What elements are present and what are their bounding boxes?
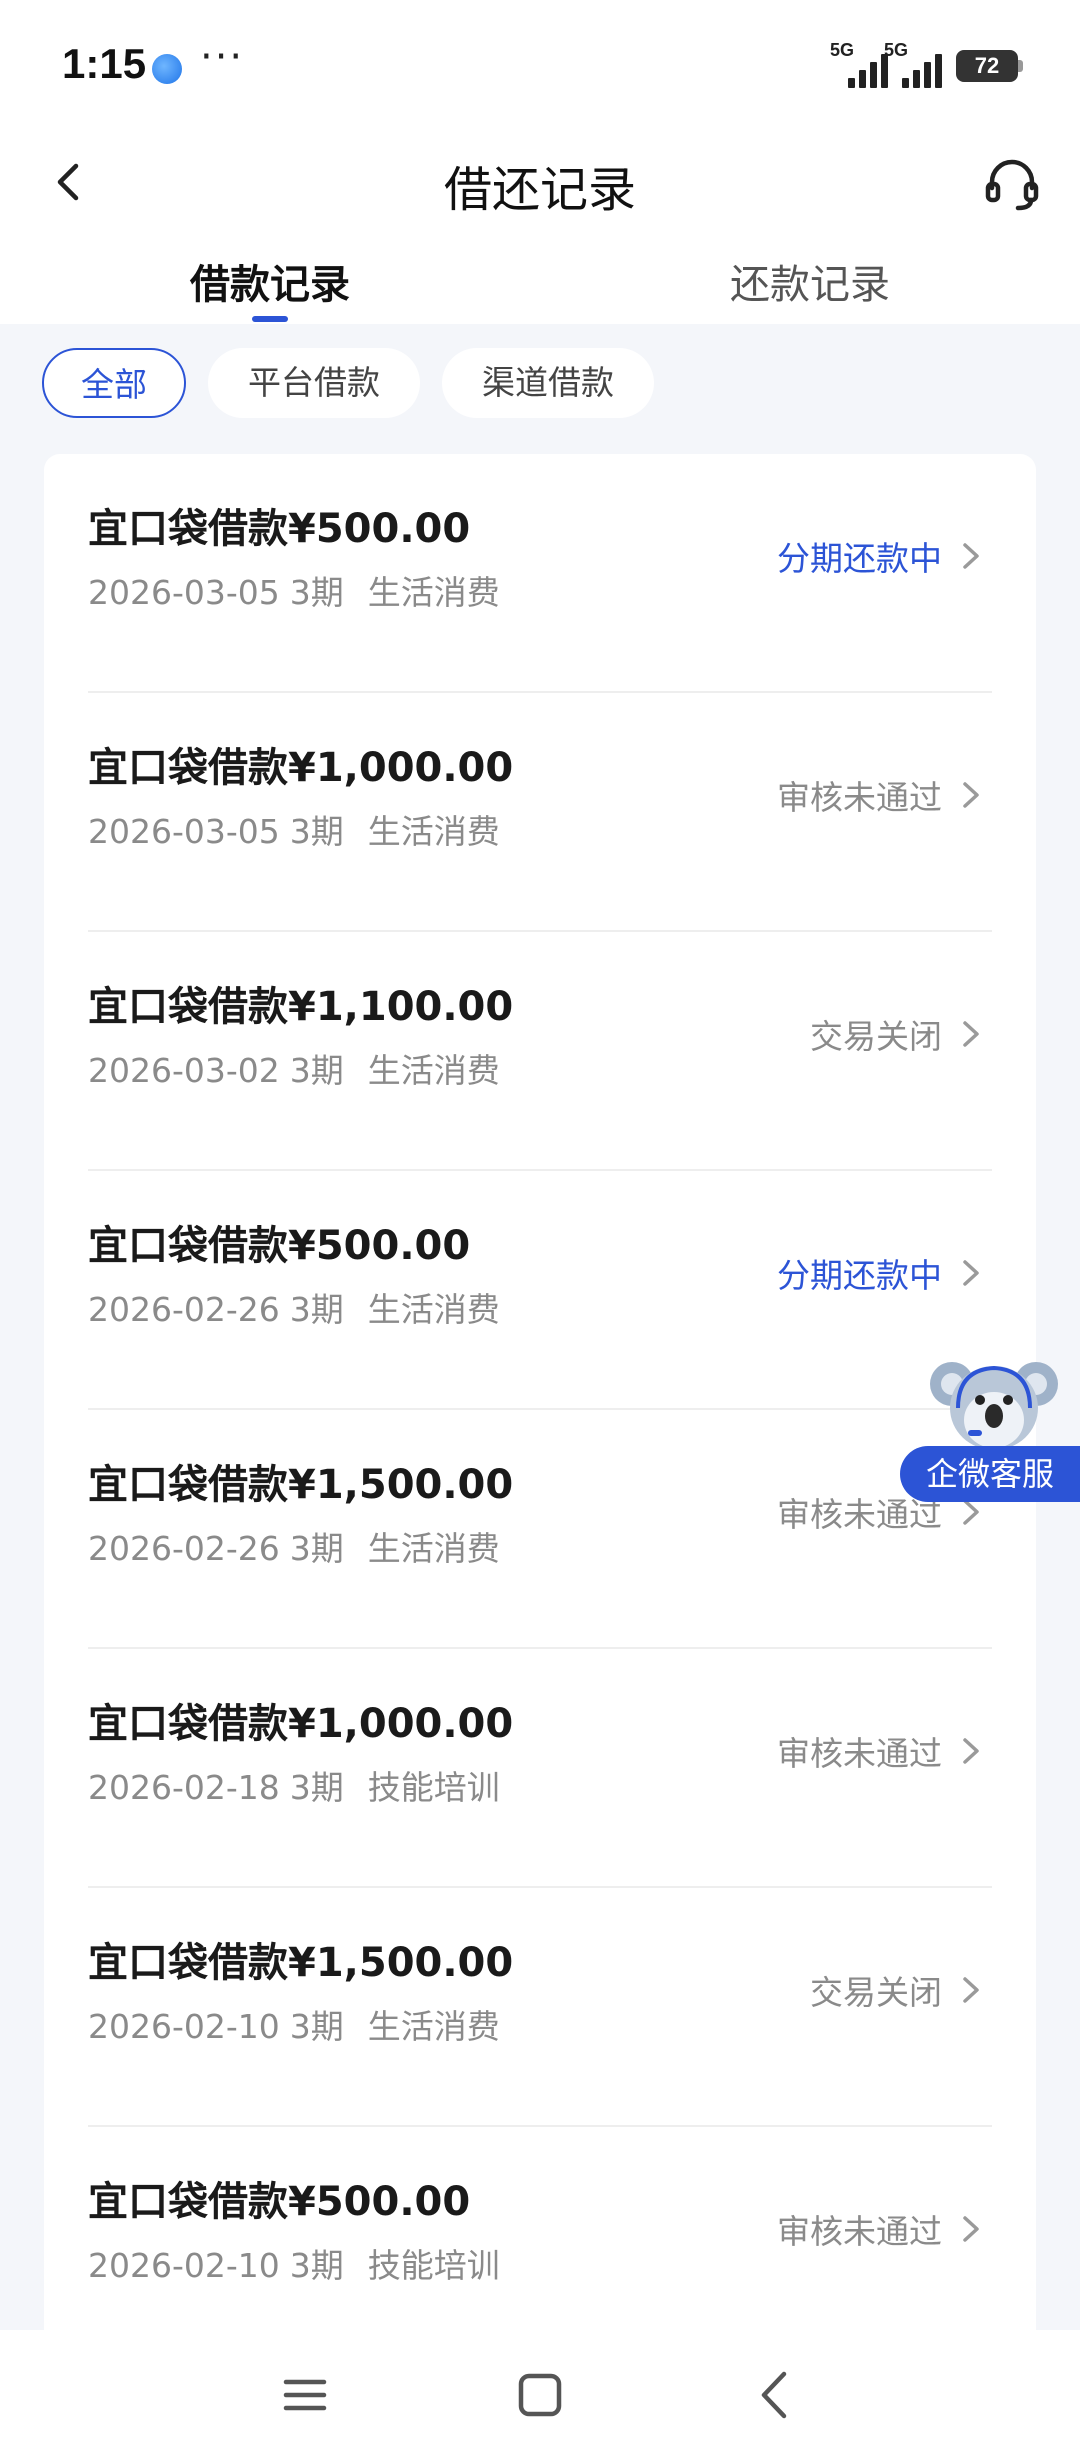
chevron-right-icon bbox=[963, 2216, 979, 2242]
loan-record-date: 2026-02-26 bbox=[88, 1529, 280, 1568]
loan-record-purpose: 生活消费 bbox=[367, 573, 500, 612]
loan-record-date: 2026-02-10 bbox=[88, 2007, 280, 2046]
loan-record-title: 宜口袋借款¥1,000.00 bbox=[88, 1701, 514, 1747]
loan-record-term: 3期 bbox=[289, 1529, 344, 1568]
loan-record-status: 分期还款中 bbox=[777, 539, 942, 578]
loan-record-term: 3期 bbox=[289, 2007, 344, 2046]
loan-record-date: 2026-03-05 bbox=[88, 812, 280, 851]
loan-record-meta: 2026-03-02 3期 生活消费 bbox=[88, 1044, 500, 1092]
loan-record-purpose: 生活消费 bbox=[367, 812, 500, 851]
loan-record-date: 2026-02-10 bbox=[88, 2246, 280, 2285]
loan-record-meta: 2026-02-26 3期 生活消费 bbox=[88, 1522, 500, 1570]
filter-chips: 全部 平台借款 渠道借款 bbox=[0, 324, 1080, 444]
loan-record-meta: 2026-02-26 3期 生活消费 bbox=[88, 1283, 500, 1331]
loan-record-purpose: 生活消费 bbox=[367, 2007, 500, 2046]
loan-record-list: 宜口袋借款¥500.00 2026-03-05 3期 生活消费 分期还款中 宜口袋借款¥1… bbox=[44, 454, 1036, 2354]
tab-loan-records[interactable]: 借款记录 bbox=[150, 252, 390, 310]
signal-5g-2-icon: 5G bbox=[884, 40, 950, 88]
loan-record-title: 宜口袋借款¥1,500.00 bbox=[88, 1462, 514, 1508]
filter-chip-platform[interactable]: 平台借款 bbox=[208, 348, 420, 418]
loan-record-term: 3期 bbox=[289, 2246, 344, 2285]
menu-icon bbox=[283, 2379, 327, 2411]
loan-record-title: 宜口袋借款¥1,500.00 bbox=[88, 1940, 514, 1986]
loan-record-term: 3期 bbox=[289, 573, 344, 612]
loan-record-row[interactable]: 宜口袋借款¥1,500.00 2026-02-26 3期 生活消费 审核未通过 bbox=[44, 1410, 1036, 1649]
loan-record-date: 2026-03-02 bbox=[88, 1051, 280, 1090]
loan-record-row[interactable]: 宜口袋借款¥1,000.00 2026-03-05 3期 生活消费 审核未通过 bbox=[44, 693, 1036, 932]
page-title: 借还记录 bbox=[443, 162, 636, 218]
loan-record-term: 3期 bbox=[289, 1051, 344, 1090]
back-triangle-icon bbox=[761, 2371, 787, 2419]
loan-record-title: 宜口袋借款¥500.00 bbox=[88, 2179, 471, 2225]
loan-record-date: 2026-02-26 bbox=[88, 1290, 280, 1329]
more-notifications-icon: ··· bbox=[200, 34, 245, 80]
filter-chip-all[interactable]: 全部 bbox=[42, 348, 186, 418]
loan-record-term: 3期 bbox=[289, 1290, 344, 1329]
loan-record-title: 宜口袋借款¥1,100.00 bbox=[88, 984, 514, 1030]
chevron-right-icon bbox=[963, 1260, 979, 1286]
system-back-button[interactable] bbox=[740, 2360, 810, 2430]
loan-record-purpose: 技能培训 bbox=[367, 2246, 500, 2285]
loan-record-status: 交易关闭 bbox=[810, 1017, 942, 1056]
chevron-right-icon bbox=[963, 543, 979, 569]
chevron-right-icon bbox=[963, 1021, 979, 1047]
loan-record-term: 3期 bbox=[289, 1768, 344, 1807]
loan-record-status: 审核未通过 bbox=[777, 778, 942, 817]
loan-record-purpose: 生活消费 bbox=[367, 1051, 500, 1090]
loan-record-row[interactable]: 宜口袋借款¥500.00 2026-02-26 3期 生活消费 分期还款中 bbox=[44, 1171, 1036, 1410]
status-bar: 1:15 ··· 5G 5G 72 bbox=[0, 0, 1080, 130]
system-navigation-bar bbox=[0, 2330, 1080, 2460]
loan-record-status: 审核未通过 bbox=[777, 2212, 942, 2251]
wecom-service-label: 企微客服 bbox=[900, 1446, 1080, 1502]
loan-record-row[interactable]: 宜口袋借款¥500.00 2026-02-10 3期 技能培训 审核未通过 bbox=[44, 2127, 1036, 2354]
notification-app-icon bbox=[152, 54, 182, 84]
loan-record-row[interactable]: 宜口袋借款¥1,000.00 2026-02-18 3期 技能培训 审核未通过 bbox=[44, 1649, 1036, 1888]
home-square-icon bbox=[518, 2373, 562, 2417]
loan-record-meta: 2026-02-18 3期 技能培训 bbox=[88, 1761, 500, 1809]
loan-record-purpose: 技能培训 bbox=[367, 1768, 500, 1807]
loan-record-row[interactable]: 宜口袋借款¥1,500.00 2026-02-10 3期 生活消费 交易关闭 bbox=[44, 1888, 1036, 2127]
floating-wecom-service[interactable]: 企微客服 bbox=[900, 1350, 1080, 1510]
loan-record-meta: 2026-02-10 3期 技能培训 bbox=[88, 2239, 500, 2287]
loan-record-status: 审核未通过 bbox=[777, 1734, 942, 1773]
loan-record-title: 宜口袋借款¥500.00 bbox=[88, 1223, 471, 1269]
top-app-bar: 借还记录 bbox=[0, 130, 1080, 240]
chevron-right-icon bbox=[963, 1738, 979, 1764]
filter-chip-channel[interactable]: 渠道借款 bbox=[442, 348, 654, 418]
loan-record-term: 3期 bbox=[289, 812, 344, 851]
active-tab-indicator bbox=[252, 316, 288, 322]
loan-record-date: 2026-02-18 bbox=[88, 1768, 280, 1807]
customer-service-button[interactable] bbox=[980, 152, 1044, 216]
loan-record-meta: 2026-03-05 3期 生活消费 bbox=[88, 566, 500, 614]
chevron-right-icon bbox=[963, 782, 979, 808]
record-tabs: 借款记录 还款记录 bbox=[0, 240, 1080, 324]
home-button[interactable] bbox=[505, 2360, 575, 2430]
chevron-right-icon bbox=[963, 1977, 979, 2003]
loan-record-row[interactable]: 宜口袋借款¥500.00 2026-03-05 3期 生活消费 分期还款中 bbox=[44, 454, 1036, 693]
recent-apps-button[interactable] bbox=[270, 2360, 340, 2430]
loan-record-row[interactable]: 宜口袋借款¥1,100.00 2026-03-02 3期 生活消费 交易关闭 bbox=[44, 932, 1036, 1171]
screen: 1:15 ··· 5G 5G 72 借还记录 借款记录 还款记录 全部 平台借款… bbox=[0, 0, 1080, 2460]
loan-record-purpose: 生活消费 bbox=[367, 1529, 500, 1568]
loan-record-status: 交易关闭 bbox=[810, 1973, 942, 2012]
loan-record-meta: 2026-03-05 3期 生活消费 bbox=[88, 805, 500, 853]
battery-tip bbox=[1018, 60, 1023, 72]
loan-record-meta: 2026-02-10 3期 生活消费 bbox=[88, 2000, 500, 2048]
loan-record-title: 宜口袋借款¥500.00 bbox=[88, 506, 471, 552]
koala-mascot-icon bbox=[930, 1362, 1058, 1450]
loan-record-status: 分期还款中 bbox=[777, 1256, 942, 1295]
loan-record-purpose: 生活消费 bbox=[367, 1290, 500, 1329]
tab-repayment-records[interactable]: 还款记录 bbox=[690, 252, 930, 310]
loan-record-date: 2026-03-05 bbox=[88, 573, 280, 612]
headset-icon bbox=[985, 159, 1039, 211]
loan-record-title: 宜口袋借款¥1,000.00 bbox=[88, 745, 514, 791]
battery-icon: 72 bbox=[956, 50, 1018, 82]
status-time: 1:15 bbox=[62, 40, 147, 87]
